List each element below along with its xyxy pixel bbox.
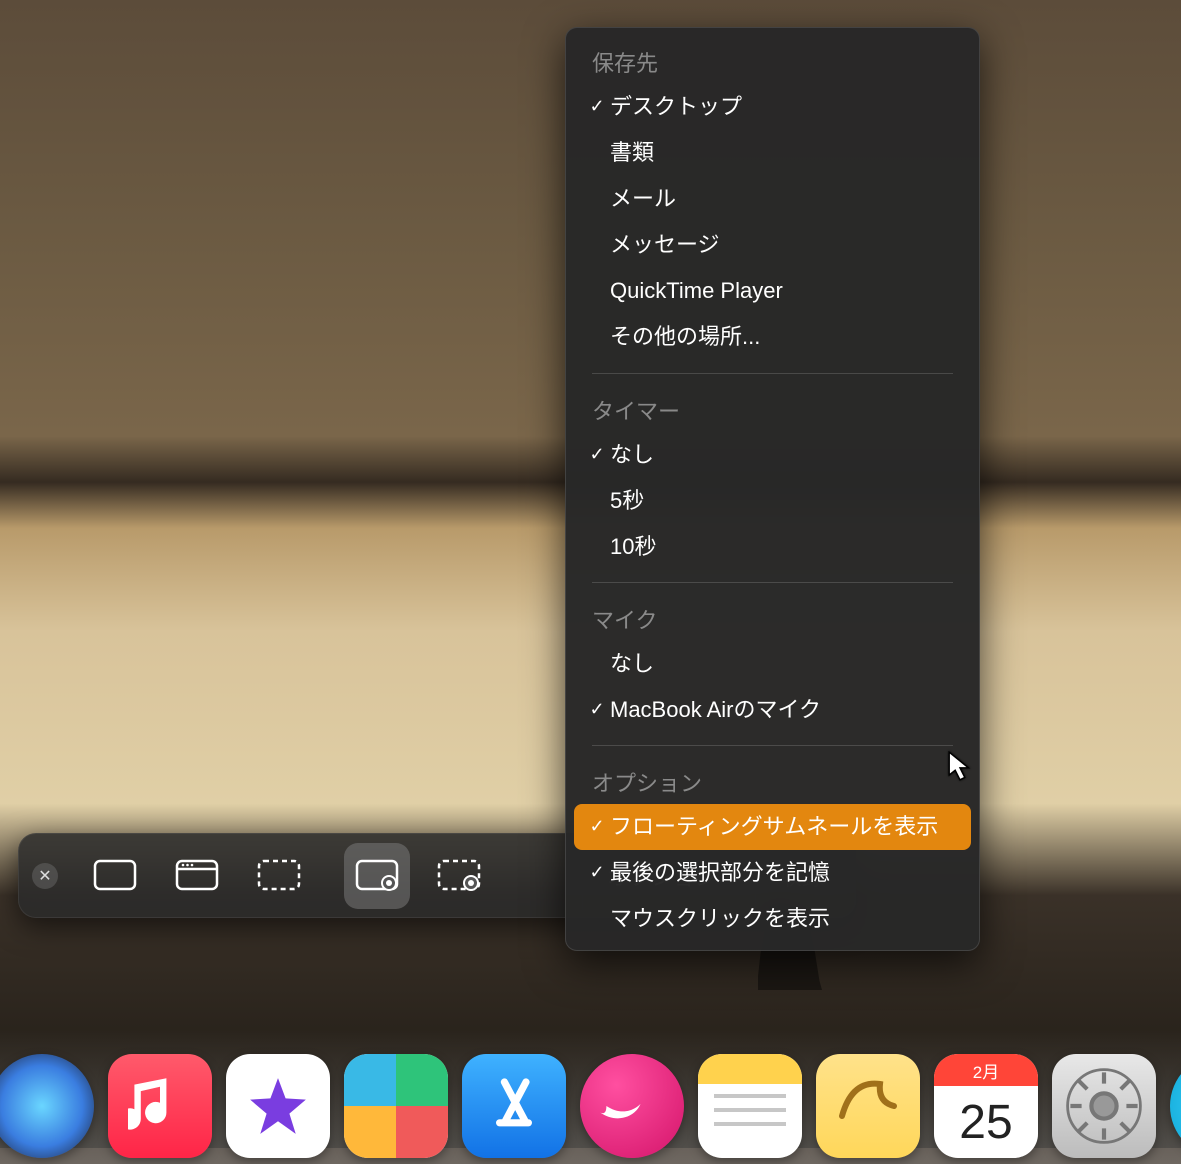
menu-item[interactable]: ✓メール bbox=[574, 176, 971, 222]
dock-item-collage[interactable] bbox=[344, 1054, 448, 1158]
menu-item[interactable]: ✓デスクトップ bbox=[574, 84, 971, 130]
menu-divider bbox=[592, 373, 953, 374]
menu-item[interactable]: ✓マウスクリックを表示 bbox=[574, 896, 971, 942]
dock-item-stickies[interactable] bbox=[816, 1054, 920, 1158]
dock-item-notes[interactable] bbox=[698, 1054, 802, 1158]
menu-item[interactable]: ✓書類 bbox=[574, 130, 971, 176]
cursor-icon bbox=[948, 751, 972, 781]
dock: 2月 25 bbox=[0, 1030, 1181, 1164]
checkmark-icon: ✓ bbox=[584, 696, 610, 724]
record-fullscreen-button[interactable] bbox=[344, 843, 410, 909]
record-selection-icon bbox=[437, 857, 481, 895]
checkmark-icon: ✓ bbox=[584, 93, 610, 121]
menu-item-label: マウスクリックを表示 bbox=[610, 902, 961, 936]
menu-item[interactable]: ✓MacBook Airのマイク bbox=[574, 687, 971, 733]
checkmark-icon: ✓ bbox=[584, 859, 610, 887]
record-selection-button[interactable] bbox=[426, 843, 492, 909]
close-icon: ✕ bbox=[38, 866, 51, 886]
menu-divider bbox=[592, 745, 953, 746]
checkmark-icon: ✓ bbox=[584, 441, 610, 469]
menu-item-label: 書類 bbox=[610, 136, 961, 170]
fullscreen-icon bbox=[93, 857, 137, 895]
menu-item[interactable]: ✓メッセージ bbox=[574, 222, 971, 268]
menu-section-header: オプション bbox=[574, 758, 971, 804]
menu-item-label: 10秒 bbox=[610, 530, 961, 564]
menu-item-label: その他の場所... bbox=[610, 320, 961, 354]
menu-item[interactable]: ✓その他の場所... bbox=[574, 314, 971, 360]
menu-section-header: 保存先 bbox=[574, 38, 971, 84]
capture-window-button[interactable] bbox=[164, 843, 230, 909]
record-fullscreen-icon bbox=[355, 857, 399, 895]
selection-icon bbox=[257, 857, 301, 895]
close-button[interactable]: ✕ bbox=[32, 863, 58, 889]
calendar-month: 2月 bbox=[934, 1054, 1038, 1086]
menu-item[interactable]: ✓QuickTime Player bbox=[574, 268, 971, 314]
dock-item-calendar[interactable]: 2月 25 bbox=[934, 1054, 1038, 1158]
dock-item-swift[interactable] bbox=[580, 1054, 684, 1158]
menu-item[interactable]: ✓フローティングサムネールを表示 bbox=[574, 804, 971, 850]
menu-item-label: なし bbox=[610, 647, 961, 681]
calendar-day: 25 bbox=[934, 1086, 1038, 1158]
window-icon bbox=[175, 857, 219, 895]
menu-section-header: マイク bbox=[574, 595, 971, 641]
dock-item-appstore[interactable] bbox=[462, 1054, 566, 1158]
dock-item-imovie[interactable] bbox=[226, 1054, 330, 1158]
menu-item-label: 5秒 bbox=[610, 484, 961, 518]
menu-item-label: メール bbox=[610, 182, 961, 216]
menu-item-label: 最後の選択部分を記憶 bbox=[610, 856, 961, 890]
capture-selection-button[interactable] bbox=[246, 843, 312, 909]
dock-item-generic[interactable] bbox=[1170, 1054, 1181, 1158]
menu-section-header: タイマー bbox=[574, 386, 971, 432]
menu-item-label: MacBook Airのマイク bbox=[610, 693, 961, 727]
menu-item[interactable]: ✓なし bbox=[574, 641, 971, 687]
options-menu: 保存先✓デスクトップ✓書類✓メール✓メッセージ✓QuickTime Player… bbox=[565, 27, 980, 951]
dock-item-siri[interactable] bbox=[0, 1054, 94, 1158]
menu-item-label: なし bbox=[610, 438, 961, 472]
menu-item[interactable]: ✓なし bbox=[574, 432, 971, 478]
dock-item-music[interactable] bbox=[108, 1054, 212, 1158]
menu-item[interactable]: ✓最後の選択部分を記憶 bbox=[574, 850, 971, 896]
menu-item[interactable]: ✓10秒 bbox=[574, 524, 971, 570]
dock-item-settings[interactable] bbox=[1052, 1054, 1156, 1158]
menu-item-label: フローティングサムネールを表示 bbox=[610, 810, 961, 844]
menu-item[interactable]: ✓5秒 bbox=[574, 478, 971, 524]
menu-item-label: デスクトップ bbox=[610, 90, 961, 124]
menu-item-label: メッセージ bbox=[610, 228, 961, 262]
capture-fullscreen-button[interactable] bbox=[82, 843, 148, 909]
menu-item-label: QuickTime Player bbox=[610, 274, 961, 308]
menu-divider bbox=[592, 582, 953, 583]
checkmark-icon: ✓ bbox=[584, 813, 610, 841]
